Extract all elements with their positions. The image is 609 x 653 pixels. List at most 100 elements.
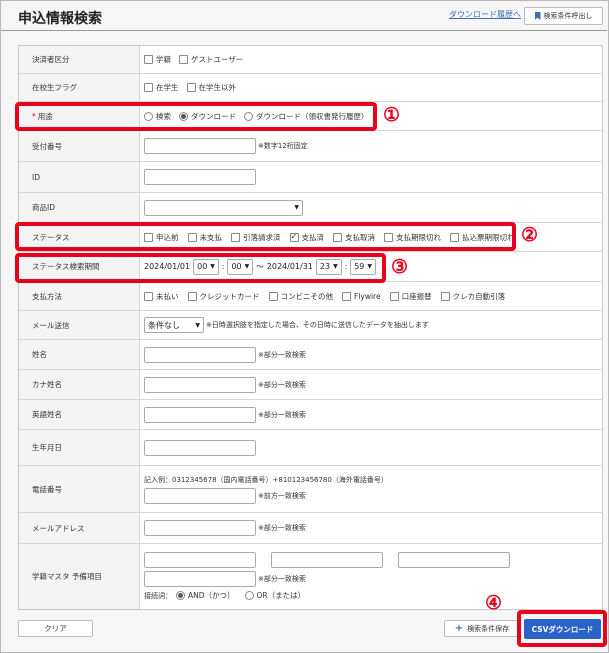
name-label: 姓名 xyxy=(19,340,140,369)
marker-2: ② xyxy=(521,224,539,246)
row-mail: メール送信 条件なし ▼ ※日時選択肢を指定した場合、その日時に送信したデータを抽… xyxy=(19,311,602,340)
row-receipt-no: 受付番号 ※数字12桁固定 xyxy=(19,131,602,162)
checkbox-label: コンビニその他 xyxy=(280,291,334,301)
marker-4: ④ xyxy=(485,592,503,614)
radio-and[interactable]: AND（かつ） xyxy=(176,590,235,601)
checkbox-box[interactable] xyxy=(144,83,153,92)
kana-label: カナ姓名 xyxy=(19,370,140,399)
row-birth: 生年月日 xyxy=(19,430,602,466)
radio-circle-selected[interactable] xyxy=(176,591,185,600)
name-input[interactable] xyxy=(144,346,256,363)
page-title: 申込情報検索 xyxy=(18,11,102,27)
row-kana: カナ姓名 ※部分一致検索 xyxy=(19,370,602,400)
checkbox-label: 口座振替 xyxy=(401,291,432,301)
checkbox-box[interactable] xyxy=(342,291,351,301)
email-note: ※部分一致検索 xyxy=(258,524,306,532)
header-divider xyxy=(1,30,607,31)
checkbox-box[interactable] xyxy=(268,291,278,301)
row-id: ID xyxy=(19,162,602,193)
checkbox-label: 在学生 xyxy=(156,83,179,92)
clear-button[interactable]: クリア xyxy=(18,620,93,637)
radio-label: OR（または） xyxy=(256,591,306,600)
save-conditions-label: 検索条件保存 xyxy=(467,624,510,633)
product-id-select[interactable]: ▼ xyxy=(144,199,303,216)
english-note: ※部分一致検索 xyxy=(258,410,306,419)
checkbox-label: クレジットカード xyxy=(199,291,260,301)
save-conditions-button[interactable]: + 検索条件保存 xyxy=(444,620,520,637)
checkbox-pay-convenience[interactable]: コンビニその他 xyxy=(268,291,334,302)
enrolled-label: 在校生フラグ xyxy=(19,74,140,101)
email-input[interactable] xyxy=(144,520,256,536)
checkbox-box[interactable] xyxy=(144,55,153,64)
checkbox-label: ゲストユーザー xyxy=(191,55,244,64)
highlight-box-2 xyxy=(15,222,516,251)
product-id-label: 商品ID xyxy=(19,193,140,222)
reserve-input-3[interactable] xyxy=(398,552,510,568)
phone-example: 記入例：0312345678（国内電話番号）+810123456780（海外電話… xyxy=(144,475,388,484)
checkbox-gakuseki[interactable]: 学籍 xyxy=(144,54,171,65)
row-payer: 決済者区分 学籍 ゲストユーザー xyxy=(19,46,602,74)
checkbox-box[interactable] xyxy=(144,291,153,301)
reserve-input-4[interactable] xyxy=(144,571,256,587)
email-label: メールアドレス xyxy=(19,513,140,543)
birth-input[interactable] xyxy=(144,439,256,456)
birth-label: 生年月日 xyxy=(19,430,140,465)
checkbox-label: Flywire xyxy=(354,291,381,301)
row-reserve: 学籍マスタ 予備項目 ※部分一致検索 接続詞： AND（かつ） OR（または） xyxy=(19,544,602,609)
receipt-no-note: ※数字12桁固定 xyxy=(258,142,308,150)
phone-label: 電話番号 xyxy=(19,466,140,512)
row-name: 姓名 ※部分一致検索 xyxy=(19,340,602,370)
checkbox-label: クレカ自動引落 xyxy=(452,291,506,301)
highlight-box-3 xyxy=(15,253,386,283)
recall-conditions-button[interactable]: 検索条件呼出し xyxy=(524,7,603,25)
row-product-id: 商品ID ▼ xyxy=(19,193,602,223)
checkbox-label: 在学生以外 xyxy=(198,83,237,92)
download-history-link[interactable]: ダウンロード履歴へ xyxy=(449,9,521,20)
radio-or[interactable]: OR（または） xyxy=(244,590,306,601)
row-enrolled: 在校生フラグ 在学生 在学生以外 xyxy=(19,74,602,102)
english-input[interactable] xyxy=(144,406,256,423)
checkbox-pay-credit[interactable]: クレジットカード xyxy=(187,291,260,302)
row-payment: 支払方法 未払い クレジットカード コンビニその他 Flywire 口座振替 ク… xyxy=(19,282,602,311)
plus-icon: + xyxy=(454,623,464,634)
english-label: 英語姓名 xyxy=(19,400,140,429)
highlight-box-4 xyxy=(517,610,607,647)
reserve-label: 学籍マスタ 予備項目 xyxy=(19,544,140,609)
checkbox-enrolled[interactable]: 在学生 xyxy=(144,82,179,93)
id-label: ID xyxy=(19,162,140,192)
row-email: メールアドレス ※部分一致検索 xyxy=(19,513,602,544)
marker-1: ① xyxy=(383,104,401,126)
reserve-input-2[interactable] xyxy=(271,552,383,568)
row-phone: 電話番号 記入例：0312345678（国内電話番号）+810123456780… xyxy=(19,466,602,513)
radio-label: AND（かつ） xyxy=(188,591,235,600)
checkbox-pay-auto-debit[interactable]: クレカ自動引落 xyxy=(440,291,506,302)
receipt-no-label: 受付番号 xyxy=(19,131,140,161)
recall-conditions-label: 検索条件呼出し xyxy=(543,12,593,20)
payer-label: 決済者区分 xyxy=(19,46,140,73)
checkbox-guest[interactable]: ゲストユーザー xyxy=(179,54,243,65)
radio-circle[interactable] xyxy=(244,591,254,600)
payment-label: 支払方法 xyxy=(19,282,140,310)
checkbox-box[interactable] xyxy=(389,291,399,301)
checkbox-pay-flywire[interactable]: Flywire xyxy=(342,291,381,301)
mail-label: メール送信 xyxy=(19,311,140,339)
checkbox-not-enrolled[interactable]: 在学生以外 xyxy=(186,82,237,93)
phone-note: ※前方一致検索 xyxy=(258,491,306,500)
kana-note: ※部分一致検索 xyxy=(258,380,306,389)
checkbox-box[interactable] xyxy=(187,291,197,301)
chevron-down-icon: ▼ xyxy=(294,204,299,211)
mail-select[interactable]: 条件なし ▼ xyxy=(144,317,204,333)
id-input[interactable] xyxy=(144,169,256,185)
row-english: 英語姓名 ※部分一致検索 xyxy=(19,400,602,430)
phone-input[interactable] xyxy=(144,487,256,504)
receipt-no-input[interactable] xyxy=(144,138,256,154)
mail-select-value: 条件なし xyxy=(148,320,180,330)
checkbox-box[interactable] xyxy=(186,83,196,92)
checkbox-pay-transfer[interactable]: 口座振替 xyxy=(389,291,432,302)
checkbox-pay-unpaid[interactable]: 未払い xyxy=(144,291,179,302)
kana-input[interactable] xyxy=(144,376,256,393)
reserve-input-1[interactable] xyxy=(144,552,256,568)
checkbox-box[interactable] xyxy=(440,291,450,301)
checkbox-box[interactable] xyxy=(179,55,188,64)
highlight-box-1 xyxy=(15,102,377,131)
